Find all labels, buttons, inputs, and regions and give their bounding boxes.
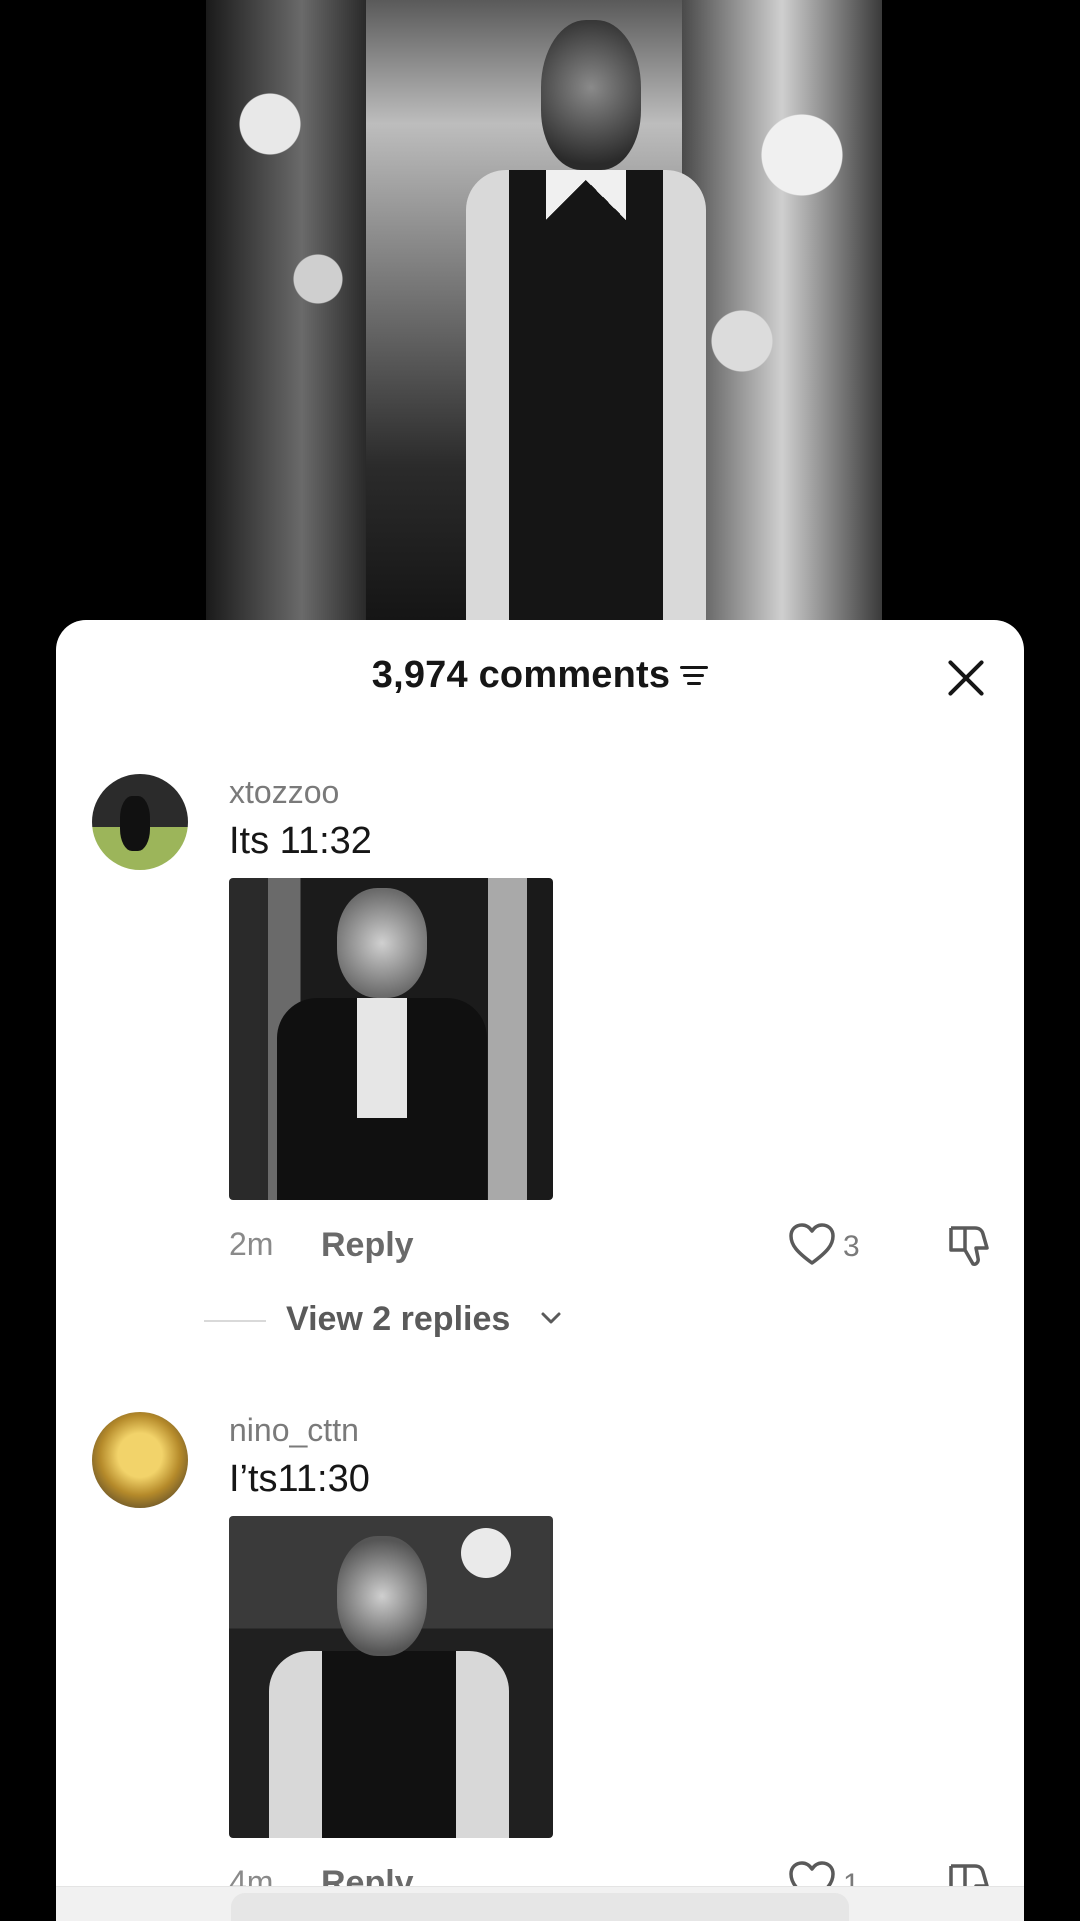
replies-divider bbox=[204, 1320, 266, 1322]
comments-title: 3,974 comments bbox=[372, 654, 709, 697]
video-foliage-left bbox=[206, 0, 366, 620]
comment-text: I’ts11:30 bbox=[229, 1458, 370, 1500]
comments-sheet: 3,974 comments xtozzoo Its 11:32 2m Repl… bbox=[56, 620, 1024, 1920]
chevron-down-icon bbox=[541, 1312, 561, 1324]
close-icon[interactable] bbox=[944, 656, 988, 700]
heart-icon[interactable] bbox=[787, 1220, 837, 1270]
avatar[interactable] bbox=[92, 1412, 188, 1508]
like-count: 3 bbox=[843, 1230, 860, 1263]
thumbs-down-icon[interactable] bbox=[945, 1220, 995, 1270]
comment-text: Its 11:32 bbox=[229, 820, 372, 862]
comment-meta: 2m Reply 3 bbox=[229, 1223, 1024, 1266]
comment-username[interactable]: xtozzoo bbox=[229, 774, 339, 811]
comments-header: 3,974 comments bbox=[56, 620, 1024, 740]
background-video[interactable] bbox=[206, 0, 882, 620]
comment-username[interactable]: nino_cttn bbox=[229, 1412, 359, 1449]
view-replies-button[interactable]: View 2 replies bbox=[204, 1300, 704, 1344]
comment-time: 2m bbox=[229, 1226, 274, 1262]
comment-input-pill[interactable] bbox=[231, 1893, 849, 1921]
comment-input-bar[interactable] bbox=[56, 1886, 1024, 1921]
reply-button[interactable]: Reply bbox=[321, 1226, 414, 1265]
comment-photo[interactable] bbox=[229, 1516, 553, 1838]
view-replies-label: View 2 replies bbox=[286, 1300, 511, 1338]
video-person bbox=[466, 20, 706, 620]
comments-count-label: 3,974 comments bbox=[371, 654, 671, 696]
comment-photo[interactable] bbox=[229, 878, 553, 1200]
sort-lines-icon[interactable] bbox=[680, 664, 709, 688]
video-foliage-right bbox=[682, 0, 882, 620]
avatar[interactable] bbox=[92, 774, 188, 870]
